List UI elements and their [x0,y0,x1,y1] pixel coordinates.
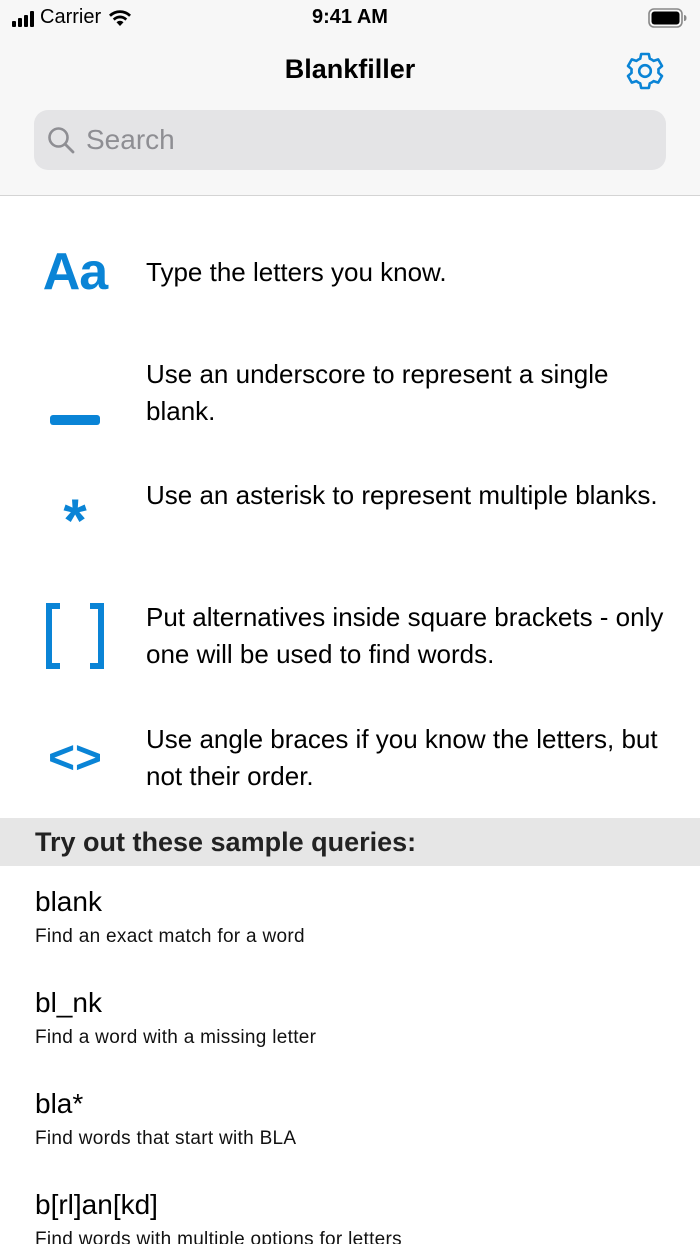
gear-icon [626,52,664,90]
search-input[interactable] [86,124,646,156]
letters-icon: Aa [42,243,108,301]
status-bar: Carrier 9:41 AM [0,0,700,40]
sample-description: Find an exact match for a word [35,926,305,947]
search-bar[interactable] [34,110,666,170]
sample-query-row[interactable]: b[rl]an[kd] Find words with multiple opt… [0,1189,700,1244]
instruction-row-asterisk: * Use an asterisk to represent multiple … [0,477,700,555]
status-time: 9:41 AM [312,6,388,28]
instruction-text: Type the letters you know. [146,257,447,287]
instruction-row-brackets: Put alternatives inside square brackets … [0,599,700,677]
asterisk-icon: * [63,487,87,554]
sample-query-row[interactable]: bl_nk Find a word with a missing letter [0,987,700,1087]
instruction-row-underscore: Use an underscore to represent a single … [0,356,700,434]
sample-description: Find words with multiple options for let… [35,1229,402,1244]
samples-section-header: Try out these sample queries: [0,818,700,866]
instruction-text: Use an underscore to represent a single … [146,359,609,426]
search-icon [48,127,75,154]
instruction-text: Use an asterisk to represent multiple bl… [146,480,658,510]
sample-query: blank [35,886,102,917]
sample-query: bl_nk [35,987,102,1018]
underscore-icon [24,412,126,425]
instruction-row-letters: Aa Type the letters you know. [0,240,700,304]
sample-query: bla* [35,1088,84,1119]
instruction-row-angle-braces: <> Use angle braces if you know the lett… [0,721,700,799]
instruction-text: Put alternatives inside square brackets … [146,602,664,669]
sample-query: b[rl]an[kd] [35,1189,158,1220]
sample-query-row[interactable]: blank Find an exact match for a word [0,886,700,986]
navigation-bar: Blankfiller [0,40,700,196]
sample-query-row[interactable]: bla* Find words that start with BLA [0,1088,700,1188]
sample-description: Find words that start with BLA [35,1128,297,1149]
settings-button[interactable] [624,50,666,92]
battery-icon [648,8,687,28]
angle-braces-icon: <> [48,731,102,783]
page-title: Blankfiller [284,54,416,84]
instruction-text: Use angle braces if you know the letters… [146,724,658,791]
brackets-icon [24,603,126,669]
samples-header-label: Try out these sample queries: [35,826,417,857]
sample-description: Find a word with a missing letter [35,1027,317,1048]
